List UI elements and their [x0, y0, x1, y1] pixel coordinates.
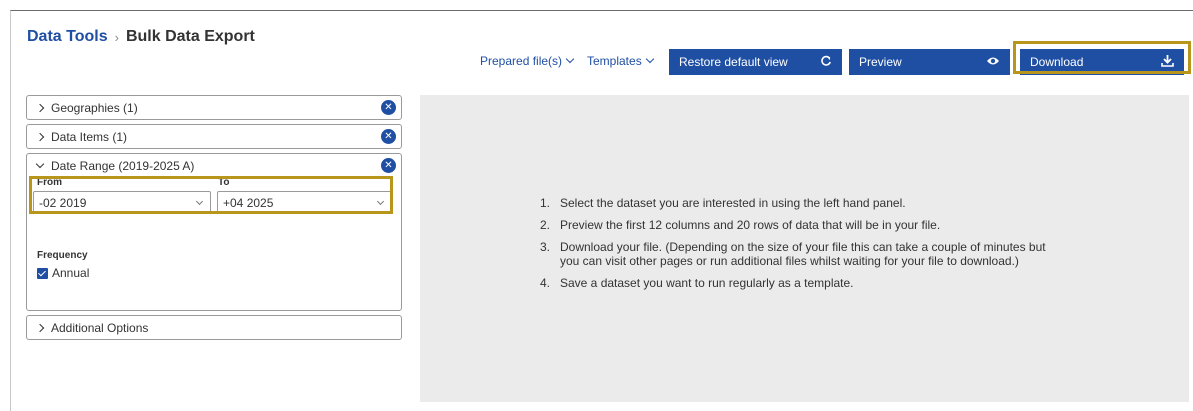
instruction-item: 2. Preview the first 12 columns and 20 ro…: [540, 218, 941, 232]
restore-label: Restore default view: [679, 55, 788, 69]
download-highlight-box: [1013, 41, 1191, 74]
checkbox-checked-icon: [37, 267, 48, 279]
date-range-label: Date Range (2019-2025 A): [51, 158, 195, 173]
remove-geographies-icon[interactable]: ✕: [381, 100, 396, 115]
additional-options-section: Additional Options: [26, 315, 402, 340]
page-title: Bulk Data Export: [125, 28, 255, 45]
preview-area: 1. Select the dataset you are interested …: [420, 95, 1189, 402]
breadcrumb-separator: ›: [114, 29, 119, 45]
data-items-label: Data Items (1): [51, 129, 128, 144]
templates-label: Templates: [587, 54, 642, 68]
date-range-highlight-box: [29, 176, 393, 214]
chevron-down-icon: [565, 54, 575, 64]
chevron-right-icon: [35, 323, 45, 332]
breadcrumb-data-tools[interactable]: Data Tools: [27, 28, 108, 46]
restore-default-view-button[interactable]: Restore default view: [669, 49, 842, 75]
geographies-section: Geographies (1) ✕: [26, 95, 402, 120]
geographies-label: Geographies (1): [51, 100, 138, 115]
prepared-files-label: Prepared file(s): [480, 54, 563, 68]
remove-date-range-icon[interactable]: ✕: [381, 158, 396, 173]
instructions-list: 1. Select the dataset you are interested …: [540, 196, 1046, 298]
breadcrumb: Data Tools › Bulk Data Export: [27, 28, 255, 46]
instruction-item: 1. Select the dataset you are interested …: [540, 196, 906, 210]
chevron-down-icon: [35, 159, 45, 168]
geographies-header[interactable]: Geographies (1): [27, 96, 401, 119]
additional-options-label: Additional Options: [51, 320, 149, 335]
additional-options-header[interactable]: Additional Options: [27, 316, 401, 339]
instruction-item: 4. Save a dataset you want to run regular…: [540, 276, 854, 290]
remove-data-items-icon[interactable]: ✕: [381, 129, 396, 144]
templates-dropdown[interactable]: Templates: [587, 54, 654, 68]
instruction-item: 3. Download your file. (Depending on the …: [540, 240, 1046, 268]
chevron-right-icon: [35, 103, 45, 112]
left-panel: Geographies (1) ✕ Data Items (1) ✕ Date …: [26, 95, 402, 344]
eye-icon: [986, 55, 1000, 69]
data-items-section: Data Items (1) ✕: [26, 124, 402, 149]
annual-checkbox[interactable]: Annual: [37, 266, 89, 280]
annual-label: Annual: [52, 266, 90, 280]
date-range-header[interactable]: Date Range (2019-2025 A): [27, 154, 401, 177]
chevron-down-icon: [645, 54, 654, 64]
chevron-right-icon: [35, 132, 45, 141]
data-items-header[interactable]: Data Items (1): [27, 125, 401, 148]
preview-button[interactable]: Preview: [849, 49, 1010, 75]
frequency-label: Frequency: [37, 250, 88, 261]
prepared-files-dropdown[interactable]: Prepared file(s): [480, 54, 575, 68]
preview-label: Preview: [859, 55, 902, 69]
refresh-icon: [820, 55, 832, 70]
